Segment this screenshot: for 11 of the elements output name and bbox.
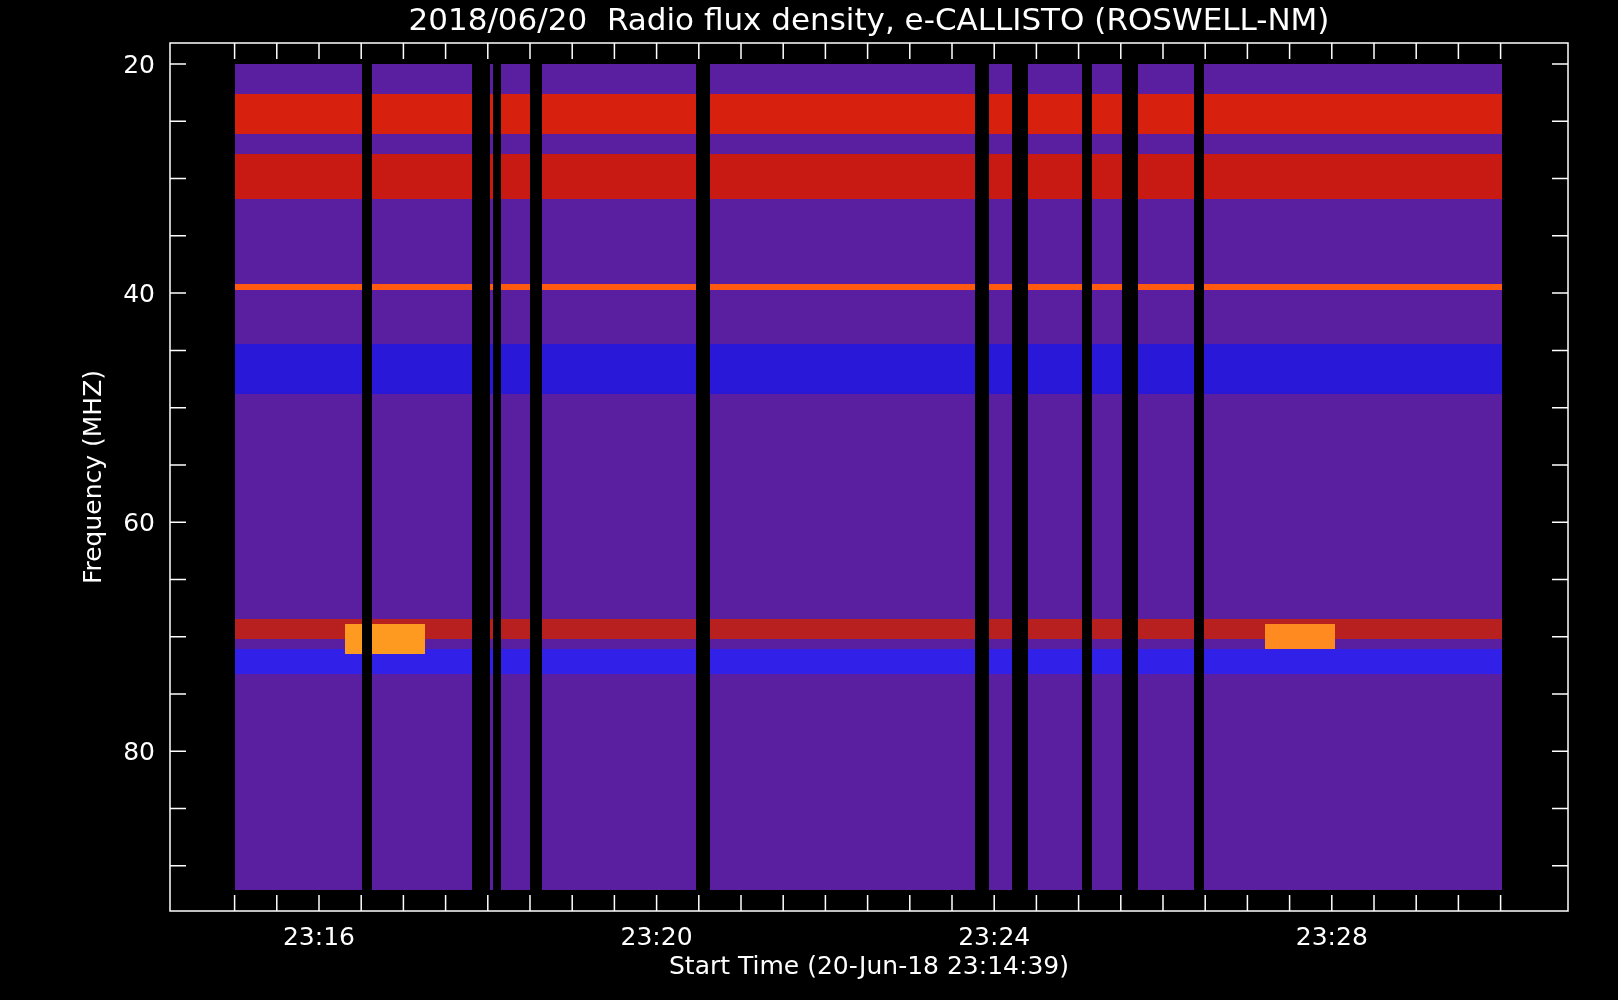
y-axis-label: Frequency (MHZ) bbox=[78, 369, 107, 585]
chart-title: 2018/06/20 Radio flux density, e-CALLISTO (ROSWELL-NM) bbox=[408, 1, 1330, 37]
x-tick-label: 23:28 bbox=[1295, 922, 1368, 951]
x-tick-label: 23:16 bbox=[283, 922, 355, 951]
y-tick-label: 80 bbox=[123, 737, 155, 767]
y-tick-label: 40 bbox=[123, 279, 155, 309]
x-tick-label: 23:20 bbox=[620, 922, 693, 951]
y-tick-label: 20 bbox=[123, 50, 155, 79]
y-tick-label: 60 bbox=[123, 508, 155, 538]
x-tick-label: 23:24 bbox=[958, 922, 1031, 951]
x-axis-label: Start Time (20-Jun-18 23:14:39) bbox=[669, 951, 1069, 980]
